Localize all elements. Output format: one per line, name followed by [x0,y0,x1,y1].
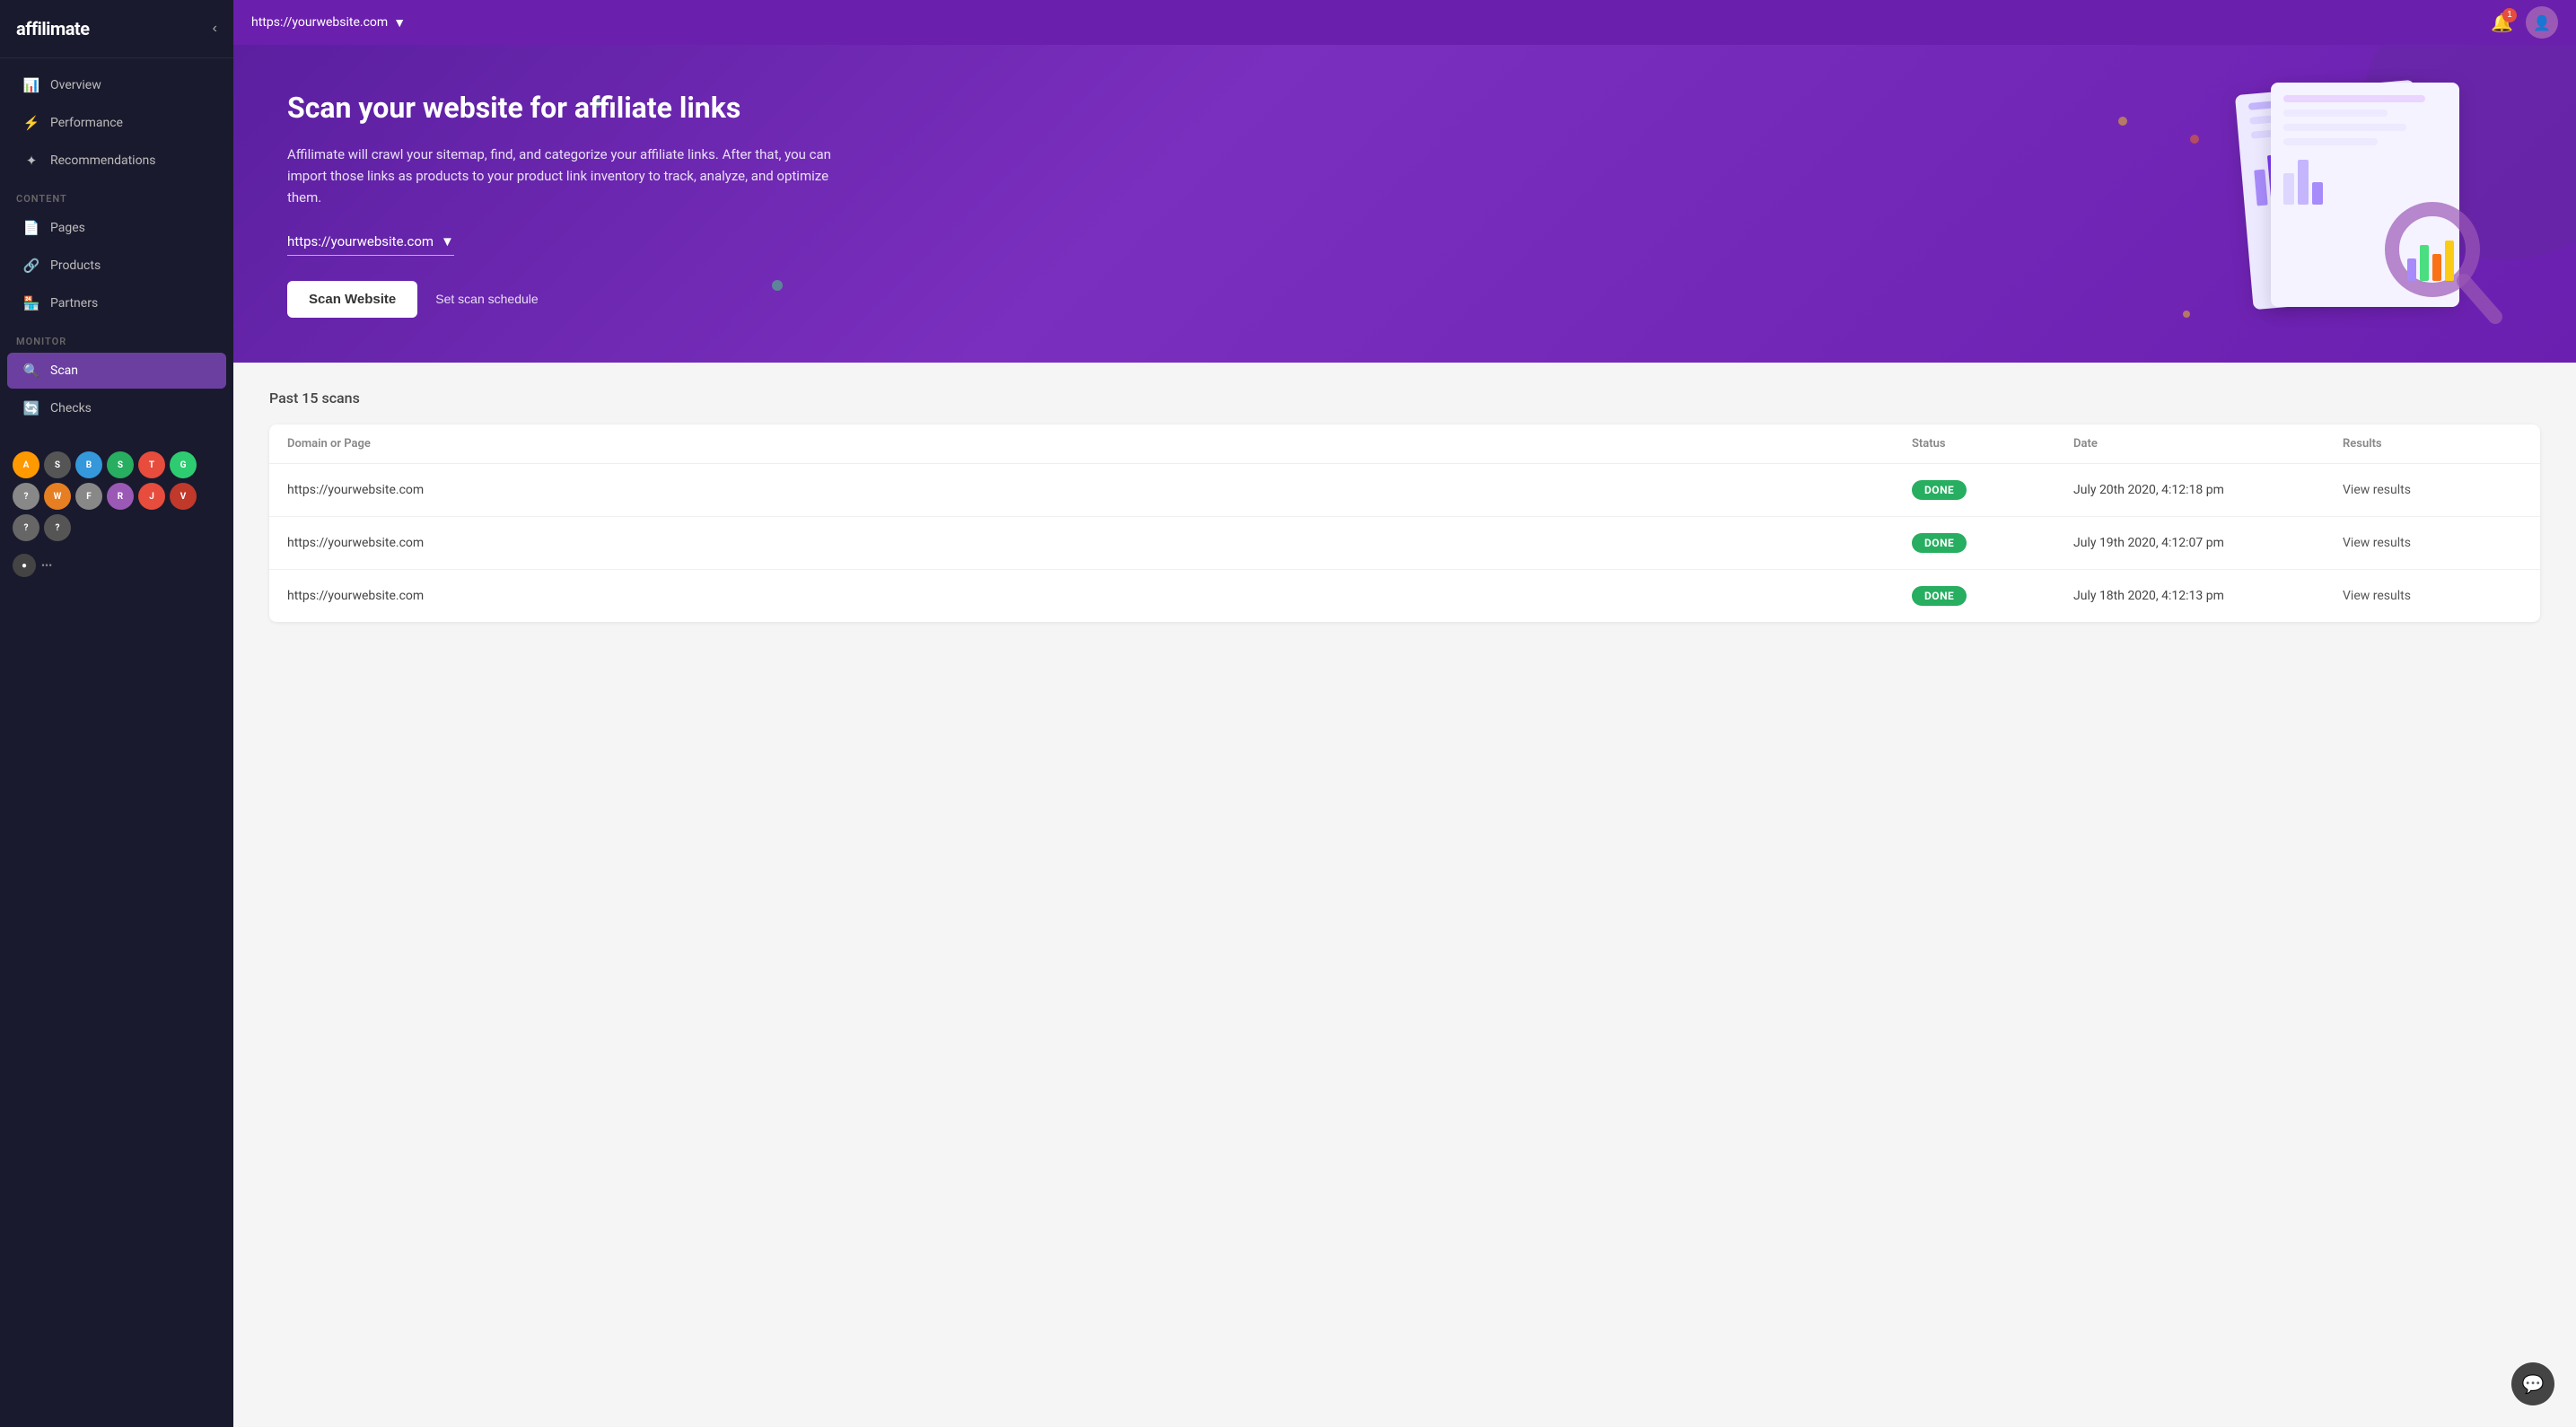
table-row: https://yourwebsite.com DONE July 19th 2… [269,517,2540,570]
scan-domain: https://yourwebsite.com [287,589,1912,603]
scan-website-button[interactable]: Scan Website [287,281,417,318]
partner-logo-6[interactable]: ? [13,483,39,510]
scans-table: Domain or Page Status Date Results https… [269,425,2540,622]
more-icon: ● [13,554,36,577]
pages-icon: 📄 [23,220,39,236]
hero-section: Scan your website for affiliate links Af… [233,45,2576,363]
scan-date: July 19th 2020, 4:12:07 pm [2073,536,2343,550]
monitor-section-label: MONITOR [0,323,233,351]
sidebar: affilimate ‹ 📊 Overview ⚡ Performance ✦ … [0,0,233,1427]
topbar-url-selector[interactable]: https://yourwebsite.com ▼ [251,15,406,31]
partner-logo-9[interactable]: R [107,483,134,510]
sidebar-header: affilimate ‹ [0,0,233,58]
hero-title: Scan your website for affiliate links [287,90,844,127]
illustration-container [2199,78,2504,329]
sidebar-item-label: Overview [50,78,101,92]
content-area: Past 15 scans Domain or Page Status Date… [233,363,2576,1427]
avatar[interactable]: 👤 [2526,6,2558,39]
more-label: ••• [41,559,52,572]
magnifier-illustration [2370,191,2504,329]
partner-logo-5[interactable]: G [170,451,197,478]
content-section-label: CONTENT [0,180,233,208]
app-logo: affilimate [16,18,90,39]
partner-logos-grid: ASBSTG?WFRJV?? [0,442,233,550]
hero-url-selector[interactable]: https://yourwebsite.com ▼ [287,233,454,256]
sidebar-collapse-button[interactable]: ‹ [213,21,217,37]
sidebar-item-label: Scan [50,363,78,378]
hero-description: Affilimate will crawl your sitemap, find… [287,144,844,208]
topbar-url-text: https://yourwebsite.com [251,15,388,30]
chat-icon: 💬 [2522,1373,2545,1395]
recommendations-icon: ✦ [23,153,39,169]
scan-date: July 18th 2020, 4:12:13 pm [2073,589,2343,603]
notification-button[interactable]: 🔔 1 [2491,12,2513,34]
partner-logo-13[interactable]: ? [44,514,71,541]
sidebar-item-label: Performance [50,116,123,130]
view-results-link[interactable]: View results [2343,483,2522,497]
notification-badge: 1 [2502,8,2517,22]
partner-logo-11[interactable]: V [170,483,197,510]
status-badge: DONE [1912,480,2073,500]
sidebar-item-pages[interactable]: 📄 Pages [7,210,226,246]
main-content: https://yourwebsite.com ▼ 🔔 1 👤 Scan you… [233,0,2576,1427]
col-date: Date [2073,437,2343,451]
hero-url-dropdown-icon: ▼ [441,233,454,250]
scan-domain: https://yourwebsite.com [287,536,1912,550]
sidebar-item-label: Recommendations [50,153,156,168]
sidebar-item-products[interactable]: 🔗 Products [7,248,226,284]
sidebar-item-label: Products [50,258,101,273]
partner-logo-8[interactable]: F [75,483,102,510]
sidebar-item-performance[interactable]: ⚡ Performance [7,105,226,141]
sidebar-item-label: Pages [50,221,85,235]
partner-logo-2[interactable]: B [75,451,102,478]
table-header: Domain or Page Status Date Results [269,425,2540,464]
chat-button[interactable]: 💬 [2511,1362,2554,1405]
view-results-link[interactable]: View results [2343,536,2522,550]
table-row: https://yourwebsite.com DONE July 18th 2… [269,570,2540,622]
partner-logo-7[interactable]: W [44,483,71,510]
sidebar-item-label: Partners [50,296,98,311]
past-scans-title: Past 15 scans [269,390,2540,407]
set-scan-schedule-link[interactable]: Set scan schedule [435,292,538,306]
partner-logo-0[interactable]: A [13,451,39,478]
sidebar-item-label: Checks [50,401,92,416]
scan-date: July 20th 2020, 4:12:18 pm [2073,483,2343,497]
hero-actions: Scan Website Set scan schedule [287,281,844,318]
products-icon: 🔗 [23,258,39,274]
scan-icon: 🔍 [23,363,39,379]
partner-logo-12[interactable]: ? [13,514,39,541]
scans-rows: https://yourwebsite.com DONE July 20th 2… [269,464,2540,622]
sidebar-item-recommendations[interactable]: ✦ Recommendations [7,143,226,179]
topbar: https://yourwebsite.com ▼ 🔔 1 👤 [233,0,2576,45]
partner-logo-3[interactable]: S [107,451,134,478]
checks-icon: 🔄 [23,400,39,416]
hero-content: Scan your website for affiliate links Af… [287,90,844,318]
sidebar-item-scan[interactable]: 🔍 Scan [7,353,226,389]
partner-more-button[interactable]: ● ••• [0,550,233,590]
status-badge: DONE [1912,533,2073,553]
topbar-right: 🔔 1 👤 [2491,6,2558,39]
hero-url-text: https://yourwebsite.com [287,233,434,250]
sidebar-item-partners[interactable]: 🏪 Partners [7,285,226,321]
partners-icon: 🏪 [23,295,39,311]
partner-logo-1[interactable]: S [44,451,71,478]
table-row: https://yourwebsite.com DONE July 20th 2… [269,464,2540,517]
performance-icon: ⚡ [23,115,39,131]
col-status: Status [1912,437,2073,451]
status-badge: DONE [1912,586,2073,606]
overview-icon: 📊 [23,77,39,93]
sidebar-item-checks[interactable]: 🔄 Checks [7,390,226,426]
topbar-url-dropdown-icon: ▼ [393,15,406,31]
col-domain: Domain or Page [287,437,1912,451]
hero-illustration [2181,63,2522,345]
scan-domain: https://yourwebsite.com [287,483,1912,497]
view-results-link[interactable]: View results [2343,589,2522,603]
col-results: Results [2343,437,2522,451]
partner-logo-4[interactable]: T [138,451,165,478]
partner-logo-10[interactable]: J [138,483,165,510]
sidebar-item-overview[interactable]: 📊 Overview [7,67,226,103]
